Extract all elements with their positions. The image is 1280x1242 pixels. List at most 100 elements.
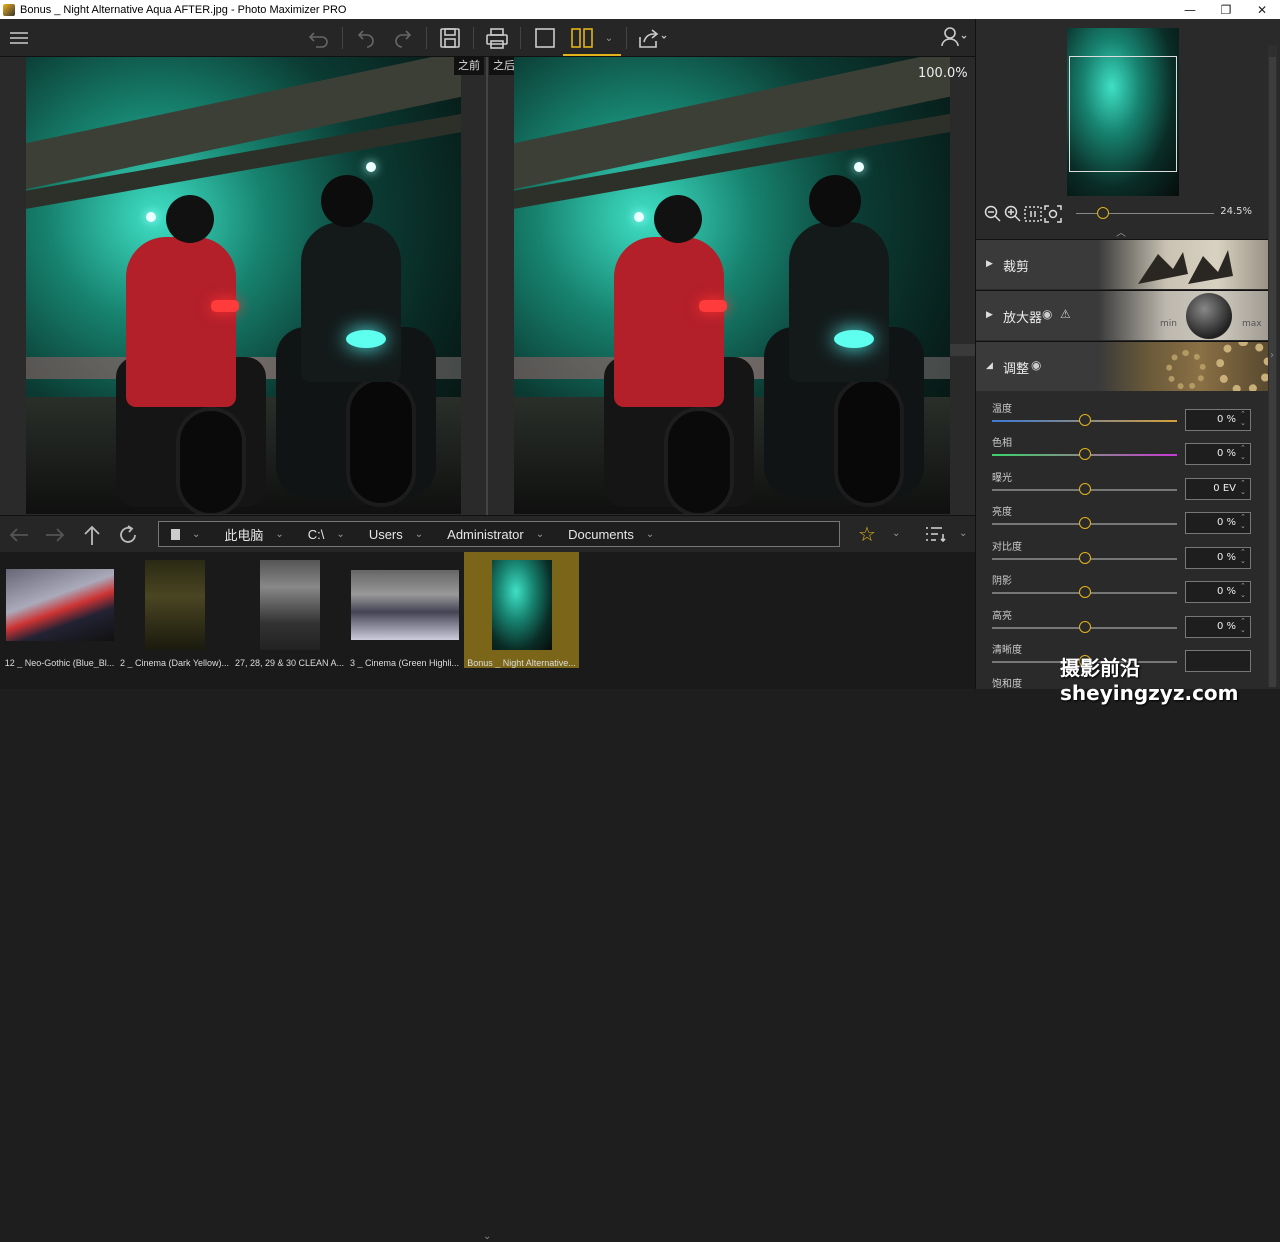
highlights-slider-knob[interactable] (1079, 621, 1091, 633)
refresh-icon[interactable] (115, 522, 141, 548)
spinner-arrows-icon[interactable]: ⌃ ⌄ (1240, 617, 1246, 635)
minimize-button[interactable]: — (1172, 3, 1208, 17)
gear-icon (1216, 342, 1268, 391)
breadcrumb-item[interactable]: C:\ ⌄ (296, 527, 357, 542)
split-divider[interactable] (461, 57, 514, 515)
enlarger-section-header[interactable]: min max ▶ 放大器 ◉ ⚠ (976, 290, 1268, 340)
exposure-slider-knob[interactable] (1079, 483, 1091, 495)
fit-to-window-icon[interactable] (1044, 205, 1062, 223)
spinner-arrows-icon[interactable]: ⌃ ⌄ (1240, 410, 1246, 428)
navigator-preview[interactable] (1067, 28, 1179, 196)
redo-icon[interactable] (389, 25, 417, 51)
sort-chevron-icon[interactable]: ⌄ (959, 528, 967, 539)
toolbar-separator (626, 27, 627, 49)
spinner-arrows-icon[interactable]: ⌃ ⌄ (1240, 479, 1246, 497)
zoom-in-icon[interactable] (1004, 205, 1022, 223)
panel-scrollbar-thumb[interactable] (1269, 57, 1276, 687)
after-image[interactable] (514, 57, 950, 514)
thumbnail-item[interactable]: 12 _ Neo-Gothic (Blue_Bl... (2, 552, 117, 668)
strip-expand-chevron-icon[interactable]: ⌄ (483, 1231, 491, 1242)
toolbar-separator (520, 27, 521, 49)
collapse-navigator-chevron-icon[interactable]: ︿ (1116, 224, 1126, 239)
title-bar: Bonus _ Night Alternative Aqua AFTER.jpg… (0, 0, 1280, 19)
warning-icon[interactable]: ⚠ (1060, 307, 1071, 321)
undo-icon[interactable] (305, 25, 333, 51)
expand-arrow-icon: ▶ (986, 310, 993, 320)
shadows-slider-knob[interactable] (1079, 586, 1091, 598)
brightness-slider-knob[interactable] (1079, 517, 1091, 529)
forward-arrow-icon[interactable] (42, 522, 68, 548)
contrast-control: 对比度 0 % ⌃ ⌄ (976, 538, 1268, 572)
spinner-arrows-icon[interactable]: ⌃ ⌄ (1240, 582, 1246, 600)
toolbar: ⌄ (0, 19, 975, 57)
image-viewer[interactable]: 之前 之后 100.0% (0, 57, 975, 515)
zoom-slider-knob[interactable] (1097, 207, 1109, 219)
dial-min-label: min (1160, 319, 1177, 329)
crop-section-title: 裁剪 (1003, 260, 1030, 275)
panel-collapse-handle[interactable] (950, 344, 975, 356)
spinner-arrows-icon[interactable]: ⌃ ⌄ (1240, 548, 1246, 566)
view-dropdown-chevron-icon[interactable]: ⌄ (600, 25, 618, 51)
undo-step-icon[interactable] (352, 25, 380, 51)
tint-slider-knob[interactable] (1079, 448, 1091, 460)
menu-icon[interactable] (6, 25, 32, 51)
back-arrow-icon[interactable] (6, 522, 32, 548)
hands-illustration (1138, 250, 1233, 284)
temperature-slider-knob[interactable] (1079, 414, 1091, 426)
share-icon[interactable] (636, 25, 670, 51)
watermark: 摄影前沿 sheyingzyz.com (1060, 656, 1239, 705)
zoom-out-icon[interactable] (984, 205, 1002, 223)
adjust-section-header[interactable]: ◢ 调整 ◉ (976, 341, 1268, 391)
tint-control: 色相 0 % ⌃ ⌄ (976, 434, 1268, 468)
thumbnail-item[interactable]: 2 _ Cinema (Dark Yellow)... (117, 552, 232, 668)
save-icon[interactable] (436, 25, 464, 51)
viewport-rectangle[interactable] (1069, 56, 1177, 172)
toolbar-separator (342, 27, 343, 49)
zoom-value: 24.5% (1220, 206, 1252, 217)
breadcrumb-item[interactable]: Documents ⌄ (556, 527, 666, 542)
favorites-chevron-icon[interactable]: ⌄ (892, 528, 900, 539)
dial-max-label: max (1242, 319, 1262, 329)
crop-section-header[interactable]: ▶ 裁剪 (976, 239, 1268, 289)
expand-arrow-icon: ▶ (986, 259, 993, 269)
window-title: Bonus _ Night Alternative Aqua AFTER.jpg… (20, 3, 347, 16)
thumbnail-item-selected[interactable]: Bonus _ Night Alternative... (464, 552, 579, 668)
print-icon[interactable] (483, 25, 511, 51)
breadcrumb-item[interactable]: 此电脑 ⌄ (212, 525, 295, 544)
path-breadcrumb[interactable]: ⌄ 此电脑 ⌄ C:\ ⌄ Users ⌄ Administrator ⌄ Docume… (158, 521, 840, 547)
app-icon (3, 3, 15, 16)
before-image[interactable] (26, 57, 462, 514)
breadcrumb-item[interactable]: Users ⌄ (357, 527, 435, 542)
expand-panel-chevron-icon[interactable]: › (1270, 350, 1274, 361)
active-view-indicator (563, 54, 621, 56)
user-account-icon[interactable] (940, 26, 970, 52)
zoom-controls: 24.5% (984, 204, 1274, 224)
thumbnail-strip: 12 _ Neo-Gothic (Blue_Bl... 2 _ Cinema (… (0, 552, 975, 1242)
collapse-arrow-icon: ◢ (986, 361, 993, 371)
sort-list-icon[interactable] (924, 524, 948, 548)
contrast-slider-knob[interactable] (1079, 552, 1091, 564)
favorites-star-icon[interactable]: ☆ (858, 522, 876, 546)
split-view-icon[interactable] (567, 25, 597, 51)
single-view-icon[interactable] (531, 25, 559, 51)
brightness-control: 亮度 0 % ⌃ ⌄ (976, 503, 1268, 537)
breadcrumb-item[interactable]: Administrator ⌄ (435, 527, 556, 542)
maximize-button[interactable]: ❐ (1208, 3, 1244, 17)
right-panel: 24.5% ︿ ▶ 裁剪 min max ▶ 放大器 ◉ ⚠ ◢ 调整 ◉ 温度… (975, 19, 1280, 690)
enlarger-dial (1186, 293, 1232, 339)
toolbar-separator (426, 27, 427, 49)
up-arrow-icon[interactable] (79, 522, 105, 548)
gear-icon (1166, 350, 1206, 390)
close-button[interactable]: ✕ (1244, 3, 1280, 17)
spinner-arrows-icon[interactable]: ⌃ ⌄ (1240, 513, 1246, 531)
visibility-eye-icon[interactable]: ◉ (1042, 307, 1052, 321)
drive-icon[interactable]: ⌄ (159, 528, 212, 540)
spinner-arrows-icon[interactable]: ⌃ ⌄ (1240, 444, 1246, 462)
adjust-section-title: 调整 (1003, 362, 1030, 377)
actual-size-icon[interactable] (1024, 205, 1042, 223)
highlights-control: 高亮 0 % ⌃ ⌄ (976, 607, 1268, 641)
toolbar-separator (473, 27, 474, 49)
thumbnail-item[interactable]: 3 _ Cinema (Green Highli... (347, 552, 462, 668)
thumbnail-item[interactable]: 27, 28, 29 & 30 CLEAN A... (232, 552, 347, 668)
visibility-eye-icon[interactable]: ◉ (1031, 358, 1041, 372)
